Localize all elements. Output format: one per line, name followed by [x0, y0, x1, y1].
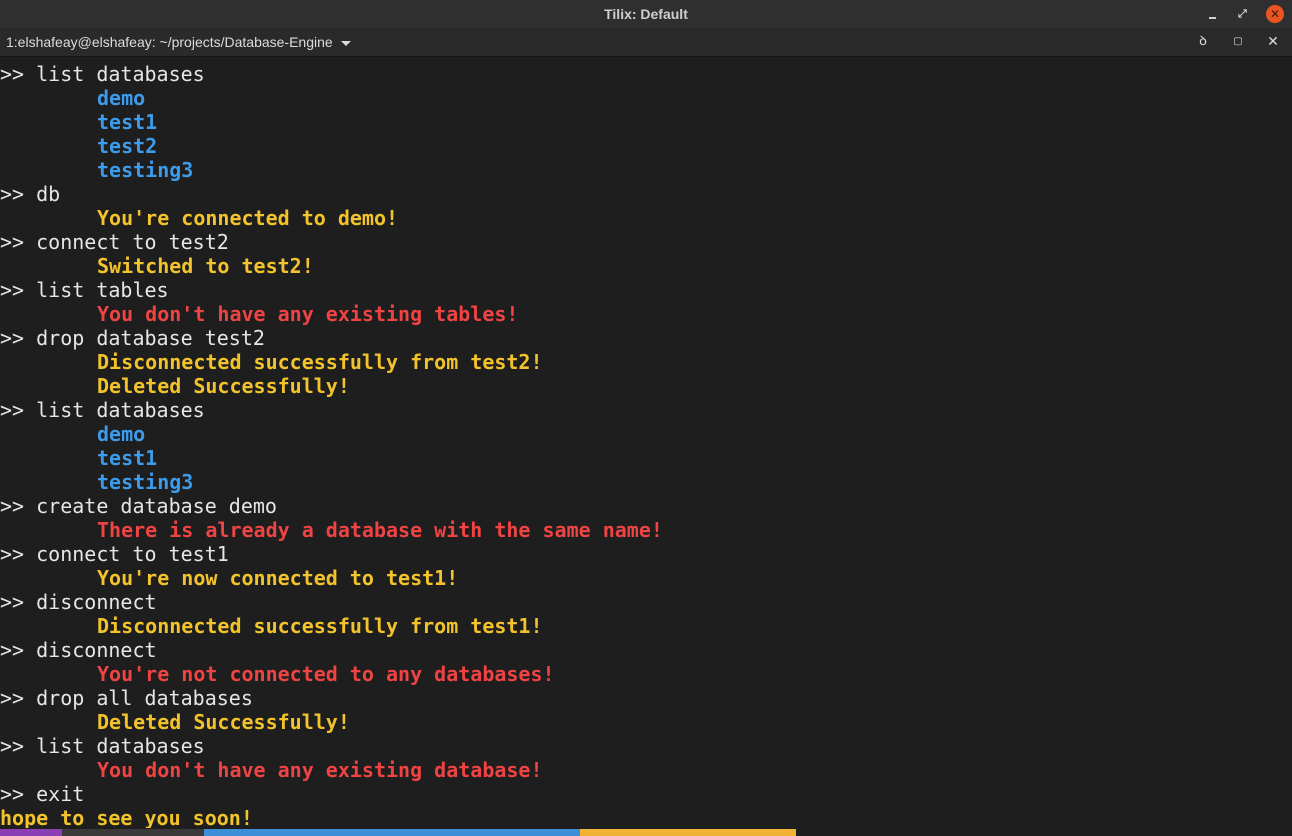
prompt-symbol: >>	[0, 686, 25, 710]
prompt-symbol: >>	[0, 590, 25, 614]
output-text: testing3	[97, 470, 194, 494]
terminal-command-line: >> drop all databases	[0, 686, 1292, 710]
terminal-output-line: Disconnected successfully from test1!	[0, 614, 1292, 638]
command-text: connect to test1	[24, 542, 229, 566]
terminal-output-line: You're now connected to test1!	[0, 566, 1292, 590]
status-segment-git	[580, 829, 796, 836]
output-text: There is already a database with the sam…	[97, 518, 663, 542]
terminal-output-line: demo	[0, 86, 1292, 110]
status-segment-path	[204, 829, 580, 836]
output-text: You're connected to demo!	[97, 206, 399, 230]
output-text: You're now connected to test1!	[97, 566, 459, 590]
prompt-symbol: >>	[0, 62, 25, 86]
command-text: drop database test2	[24, 326, 265, 350]
terminal-command-line: >> disconnect	[0, 590, 1292, 614]
output-text: Switched to test2!	[97, 254, 314, 278]
prompt-symbol: >>	[0, 734, 25, 758]
status-segment-user	[0, 829, 62, 836]
terminal-command-line: >> list databases	[0, 734, 1292, 758]
terminal-command-line: >> disconnect	[0, 638, 1292, 662]
prompt-symbol: >>	[0, 182, 25, 206]
terminal-command-line: >> list tables	[0, 278, 1292, 302]
prompt-symbol: >>	[0, 326, 25, 350]
output-text: Deleted Successfully!	[97, 374, 350, 398]
prompt-status-bar	[0, 829, 1292, 836]
terminal-output-line: testing3	[0, 470, 1292, 494]
session-title-menu[interactable]: 1:elshafeay@elshafeay: ~/projects/Databa…	[6, 34, 351, 50]
terminal-output-line: You don't have any existing tables!	[0, 302, 1292, 326]
command-text: list databases	[24, 398, 205, 422]
command-text: disconnect	[24, 590, 157, 614]
chevron-down-icon	[340, 40, 351, 46]
terminal-command-line: >> list databases	[0, 398, 1292, 422]
output-text: Deleted Successfully!	[97, 710, 350, 734]
terminal-output-line: You're connected to demo!	[0, 206, 1292, 230]
terminal-output-line: Deleted Successfully!	[0, 374, 1292, 398]
command-text: connect to test2	[24, 230, 229, 254]
command-text: db	[24, 182, 61, 206]
output-text: test1	[97, 446, 158, 470]
output-text: test1	[97, 110, 158, 134]
terminal-command-line: >> connect to test1	[0, 542, 1292, 566]
terminal-command-line: >> db	[0, 182, 1292, 206]
minimize-icon[interactable]	[1203, 4, 1223, 24]
command-text: exit	[24, 782, 85, 806]
prompt-symbol: >>	[0, 638, 25, 662]
terminal-output-line: You don't have any existing database!	[0, 758, 1292, 782]
terminal-command-line: >> create database demo	[0, 494, 1292, 518]
output-text: demo	[97, 422, 146, 446]
close-icon[interactable]: ✕	[1266, 5, 1284, 23]
prompt-symbol: >>	[0, 398, 25, 422]
session-title-label: 1:elshafeay@elshafeay: ~/projects/Databa…	[6, 34, 333, 50]
maximize-terminal-icon[interactable]: ▢	[1228, 32, 1248, 52]
output-text: You don't have any existing database!	[97, 758, 543, 782]
terminal-output-line: test1	[0, 110, 1292, 134]
terminal-output-line: Deleted Successfully!	[0, 710, 1292, 734]
close-terminal-icon[interactable]: ✕	[1263, 32, 1283, 52]
prompt-symbol: >>	[0, 278, 25, 302]
terminal-command-line: >> connect to test2	[0, 230, 1292, 254]
terminal-window: Tilix: Default ⤢ ✕ 1:elshafeay@elshafeay…	[0, 0, 1292, 836]
command-text: list databases	[24, 62, 205, 86]
terminal-command-line: >> list databases	[0, 62, 1292, 86]
prompt-symbol: >>	[0, 230, 25, 254]
output-text: You don't have any existing tables!	[97, 302, 519, 326]
prompt-symbol: >>	[0, 542, 25, 566]
exit-message: hope to see you soon!	[0, 806, 253, 828]
output-text: testing3	[97, 158, 194, 182]
command-text: list tables	[24, 278, 169, 302]
window-title: Tilix: Default	[604, 6, 688, 22]
command-text: disconnect	[24, 638, 157, 662]
maximize-icon[interactable]: ⤢	[1234, 4, 1254, 24]
output-text: test2	[97, 134, 158, 158]
terminal-output-line: There is already a database with the sam…	[0, 518, 1292, 542]
output-text: Disconnected successfully from test2!	[97, 350, 543, 374]
terminal-output-line: test1	[0, 446, 1292, 470]
terminal-output-line: testing3	[0, 158, 1292, 182]
output-text: You're not connected to any databases!	[97, 662, 555, 686]
command-text: list databases	[24, 734, 205, 758]
terminal-command-line: >> exit	[0, 782, 1292, 806]
terminal-command-line: >> drop database test2	[0, 326, 1292, 350]
prompt-symbol: >>	[0, 782, 25, 806]
output-text: demo	[97, 86, 146, 110]
command-text: create database demo	[24, 494, 277, 518]
session-header: 1:elshafeay@elshafeay: ~/projects/Databa…	[0, 28, 1292, 57]
terminal-output[interactable]: >> list databases demo test1 test2 testing3 >…	[0, 62, 1292, 828]
terminal-output-line: Switched to test2!	[0, 254, 1292, 278]
terminal-output-line: test2	[0, 134, 1292, 158]
terminal-output-line: Disconnected successfully from test2!	[0, 350, 1292, 374]
sync-input-icon[interactable]: ꝺ	[1193, 32, 1213, 52]
command-text: drop all databases	[24, 686, 253, 710]
status-segment-host	[62, 829, 204, 836]
terminal-output-line: You're not connected to any databases!	[0, 662, 1292, 686]
prompt-symbol: >>	[0, 494, 25, 518]
output-text: Disconnected successfully from test1!	[97, 614, 543, 638]
terminal-output-line: demo	[0, 422, 1292, 446]
title-bar[interactable]: Tilix: Default ⤢ ✕	[0, 0, 1292, 28]
